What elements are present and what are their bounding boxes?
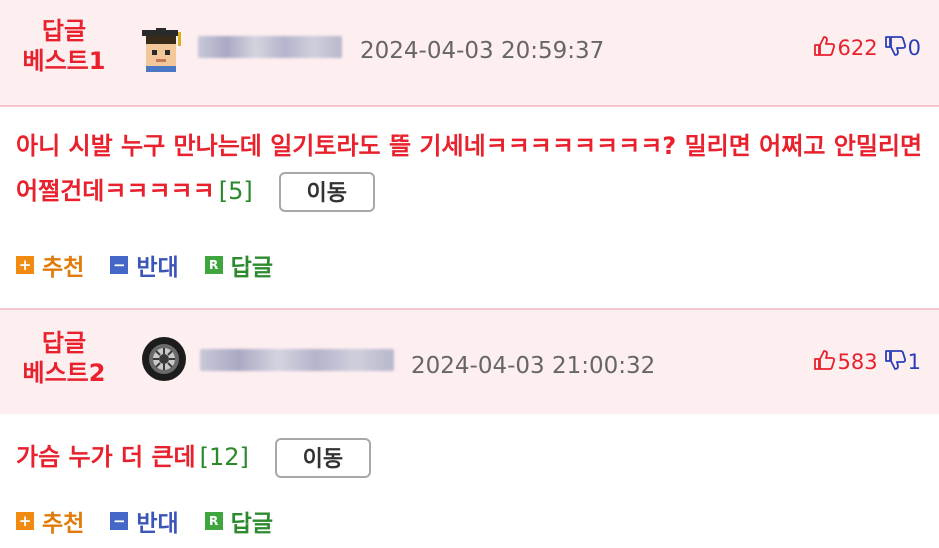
plus-icon: + xyxy=(16,512,34,530)
comment-body: 아니 시발 누구 만나는데 일기토라도 뜰 기세네ㅋㅋㅋㅋㅋㅋㅋㅋ? 밀리면 어… xyxy=(16,124,929,214)
reply-r-icon: R xyxy=(204,256,223,274)
reply-label: 답글 xyxy=(230,511,273,537)
timestamp: 2024-04-03 20:59:37 xyxy=(360,38,605,64)
plus-icon: + xyxy=(16,256,34,274)
timestamp: 2024-04-03 21:00:32 xyxy=(411,353,656,379)
minus-icon: − xyxy=(110,256,129,274)
nickname-blurred[interactable] xyxy=(198,36,342,58)
reply-button[interactable]: R 답글 xyxy=(204,504,273,538)
badge-line2: 베스트2 xyxy=(22,359,106,387)
thumbs-up-icon[interactable] xyxy=(813,349,835,376)
thumbs-down-icon[interactable] xyxy=(884,349,906,376)
reply-count[interactable]: [5] xyxy=(219,177,253,205)
badge-line1: 답글 xyxy=(41,17,87,45)
reply-r-icon: R xyxy=(204,512,223,530)
oppose-label: 반대 xyxy=(136,255,179,281)
badge-line2: 베스트1 xyxy=(22,47,106,75)
comment-item-best1: 답글 베스트1 2024-04-03 20:59:37 622 0 아니 시발 … xyxy=(0,0,939,305)
recommend-label: 추천 xyxy=(42,255,85,281)
nickname-blurred[interactable] xyxy=(200,349,394,371)
best-reply-badge: 답글 베스트1 xyxy=(14,16,114,76)
oppose-button[interactable]: − 반대 xyxy=(110,248,179,282)
badge-line1: 답글 xyxy=(41,329,87,357)
dislike-count: 1 xyxy=(907,350,921,374)
oppose-button[interactable]: − 반대 xyxy=(110,504,179,538)
vote-counts: 622 0 xyxy=(813,34,921,62)
comment-actions: + 추천 − 반대 R 답글 xyxy=(16,504,299,538)
like-count: 583 xyxy=(837,350,878,374)
reply-count[interactable]: [12] xyxy=(200,443,249,471)
comment-item-best2: 답글 베스트2 2024-04-03 21:00:32 583 1 가슴 누가 … xyxy=(0,305,939,548)
comment-body: 가슴 누가 더 큰데 [12] 이동 xyxy=(16,435,929,480)
best-reply-badge: 답글 베스트2 xyxy=(14,328,114,388)
graduate-face-icon[interactable] xyxy=(140,28,188,72)
comment-header: 답글 베스트1 2024-04-03 20:59:37 622 0 xyxy=(0,0,939,107)
vote-counts: 583 1 xyxy=(813,348,921,376)
thumbs-down-icon[interactable] xyxy=(884,35,906,62)
reply-button[interactable]: R 답글 xyxy=(204,248,273,282)
tire-icon[interactable] xyxy=(140,335,188,383)
like-count: 622 xyxy=(837,36,878,60)
comment-header: 답글 베스트2 2024-04-03 21:00:32 583 1 xyxy=(0,308,939,414)
recommend-button[interactable]: + 추천 xyxy=(16,248,84,282)
oppose-label: 반대 xyxy=(136,511,179,537)
minus-icon: − xyxy=(110,512,129,530)
move-button[interactable]: 이동 xyxy=(278,172,375,212)
move-button[interactable]: 이동 xyxy=(274,438,371,478)
reply-label: 답글 xyxy=(230,255,273,281)
comment-text: 가슴 누가 더 큰데 xyxy=(16,443,196,471)
recommend-button[interactable]: + 추천 xyxy=(16,504,84,538)
thumbs-up-icon[interactable] xyxy=(813,35,835,62)
dislike-count: 0 xyxy=(907,36,921,60)
comment-actions: + 추천 − 반대 R 답글 xyxy=(16,248,299,282)
comment-text: 아니 시발 누구 만나는데 일기토라도 뜰 기세네ㅋㅋㅋㅋㅋㅋㅋㅋ? 밀리면 어… xyxy=(16,132,923,205)
recommend-label: 추천 xyxy=(42,511,85,537)
